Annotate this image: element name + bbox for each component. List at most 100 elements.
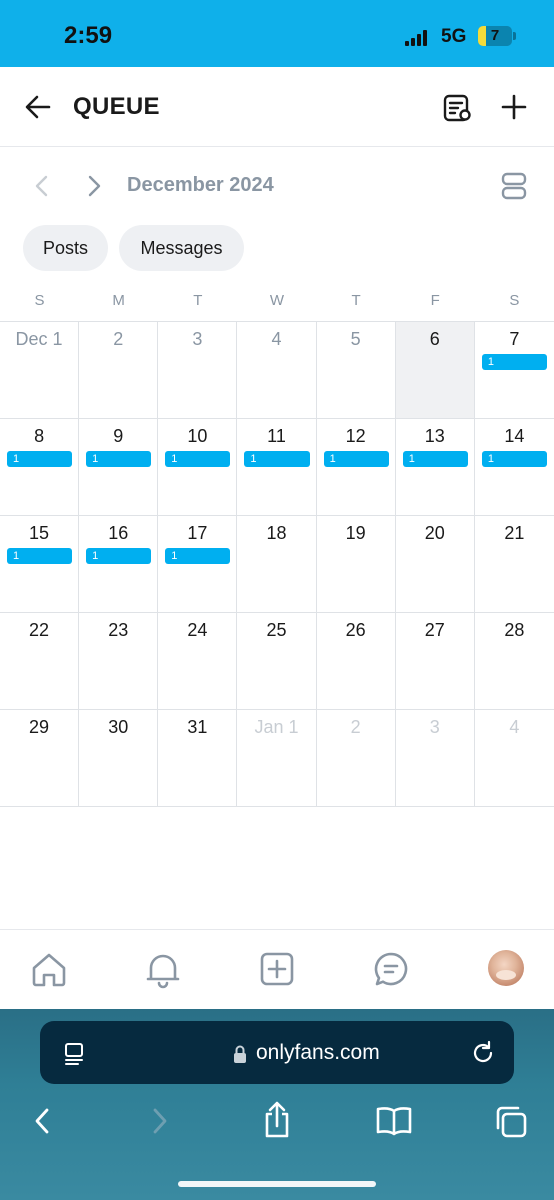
forward-icon[interactable] [146,1104,174,1138]
profile-avatar[interactable] [488,950,524,986]
calendar-day-cell[interactable]: 13 1 [395,419,475,516]
browser-toolbar: onlyfans.com [0,1009,554,1200]
day-number: 8 [34,426,45,446]
calendar-day-cell[interactable]: 81 [0,419,80,516]
chevron-right-icon[interactable] [80,172,108,200]
scheduled-count-badge[interactable]: 1 [244,451,310,467]
scheduled-count-badge[interactable]: 1 [481,451,547,467]
day-number: 4 [509,717,520,737]
day-number: 26 [345,620,366,640]
calendar-day-cell[interactable]: 26 [316,613,396,710]
day-number: 5 [350,329,361,349]
calendar-day-cell[interactable]: 19 [316,516,396,613]
calendar-day-cell[interactable]: 2 [79,322,159,419]
day-number: 2 [113,329,124,349]
calendar-day-cell[interactable]: 23 [79,613,159,710]
calendar-day-cell[interactable]: 4 [237,322,317,419]
day-number: Dec 1 [15,329,63,349]
day-number: 3 [192,329,203,349]
calendar-day-cell[interactable]: 2 [316,710,396,807]
weekday-5: F [430,292,440,309]
calendar-day-cell[interactable]: 16 1 [79,516,159,613]
calendar-day-cell[interactable]: 10 1 [158,419,238,516]
scheduled-count-badge[interactable]: 1 [481,354,547,370]
day-number: 12 [345,426,366,446]
calendar-day-cell[interactable]: 28 [474,613,554,710]
reload-icon[interactable] [468,1038,498,1068]
day-number: 6 [429,329,440,349]
home-icon[interactable] [28,948,70,990]
page-title: QUEUE [73,93,160,120]
back-icon[interactable] [28,1104,56,1138]
plus-icon[interactable] [498,91,530,123]
scheduled-count-badge[interactable]: 1 [165,548,231,564]
calendar-day-cell[interactable]: 91 [79,419,159,516]
calendar-day-cell[interactable]: 4 [474,710,554,807]
scheduled-count-badge[interactable]: 1 [165,451,231,467]
calendar-day-cell[interactable]: 12 1 [316,419,396,516]
calendar-day-cell[interactable]: 21 [474,516,554,613]
day-number: 4 [271,329,282,349]
calendar-day-cell[interactable]: Dec 1 [0,322,80,419]
lock-icon [230,1043,250,1065]
status-time: 2:59 [64,22,113,49]
calendar-day-cell[interactable]: Jan 1 [237,710,317,807]
day-number: Jan 1 [254,717,299,737]
tabs-icon[interactable] [492,1103,530,1141]
day-number: 23 [108,620,129,640]
filter-messages-chip[interactable]: Messages [119,225,244,271]
calendar-day-cell[interactable]: 14 1 [474,419,554,516]
reader-icon[interactable] [60,1039,88,1067]
calendar-day-cell[interactable]: 71 [474,322,554,419]
day-number: 21 [504,523,525,543]
scheduled-count-badge[interactable]: 1 [86,548,152,564]
calendar-day-cell[interactable]: 6 [395,322,475,419]
weekday-2: T [193,292,203,309]
messages-icon[interactable] [370,948,412,990]
arrow-left-icon[interactable] [22,91,54,123]
scheduled-count-badge[interactable]: 1 [323,451,389,467]
day-number: 13 [424,426,445,446]
signal-icon [405,30,431,46]
scheduled-count-badge[interactable]: 1 [7,548,73,564]
filter-posts-chip[interactable]: Posts [23,225,108,271]
calendar-grid: Dec 1 2 3 4 5 6 7 1 8 1 9 1 10 1 11 1 12 1 13 1 14 1 15 1 16 1 17 1… [0,321,554,807]
calendar-view-icon[interactable] [496,168,532,204]
bookmarks-icon[interactable] [374,1103,414,1139]
calendar-day-cell[interactable]: 27 [395,613,475,710]
calendar-day-cell[interactable]: 5 [316,322,396,419]
calendar-day-cell[interactable]: 29 [0,710,80,807]
share-icon[interactable] [258,1099,296,1141]
calendar-day-cell[interactable]: 25 [237,613,317,710]
address-bar[interactable]: onlyfans.com [40,1021,514,1084]
calendar-day-cell[interactable]: 31 [158,710,238,807]
chevron-left-icon[interactable] [28,172,56,200]
calendar-day-cell[interactable]: 18 [237,516,317,613]
bell-icon[interactable] [142,948,184,990]
calendar-day-cell[interactable]: 3 [158,322,238,419]
calendar-day-cell[interactable]: 3 [395,710,475,807]
url-text: onlyfans.com [256,1041,380,1064]
day-number: 17 [187,523,208,543]
calendar-day-cell[interactable]: 20 [395,516,475,613]
scheduled-count-badge[interactable]: 1 [402,451,468,467]
weekday-1: M [112,292,125,309]
day-number: 22 [29,620,50,640]
weekday-4: T [351,292,361,309]
calendar-day-cell[interactable]: 17 1 [158,516,238,613]
scheduled-count-badge[interactable]: 1 [86,451,152,467]
day-number: 10 [187,426,208,446]
calendar-day-cell[interactable]: 15 1 [0,516,80,613]
scheduled-count-badge[interactable]: 1 [7,451,73,467]
calendar-day-cell[interactable]: 11 1 [237,419,317,516]
day-number: 14 [504,426,525,446]
network-label: 5G [441,26,467,47]
battery-level: 7 [490,27,500,44]
day-number: 15 [29,523,50,543]
queue-list-icon[interactable] [440,91,474,125]
calendar-day-cell[interactable]: 30 [79,710,159,807]
calendar-day-cell[interactable]: 24 [158,613,238,710]
day-number: 29 [29,717,50,737]
calendar-day-cell[interactable]: 22 [0,613,80,710]
add-post-icon[interactable] [256,948,298,990]
